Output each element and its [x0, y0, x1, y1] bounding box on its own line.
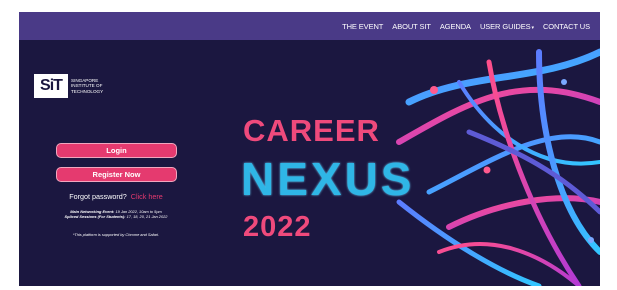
forgot-password-text: Forgot password? [69, 192, 127, 201]
hero-title-career: CAREER [243, 113, 380, 148]
page-frame: THE EVENT ABOUT SIT AGENDA USER GUIDES▾ … [19, 12, 600, 286]
nav-agenda[interactable]: AGENDA [440, 22, 471, 31]
register-button[interactable]: Register Now [56, 167, 177, 182]
event-info-label-2: Spliced Sessions (For Students): [64, 214, 126, 219]
logo-text: SINGAPORE INSTITUTE OF TECHNOLOGY [71, 78, 104, 94]
top-nav-bar: THE EVENT ABOUT SIT AGENDA USER GUIDES▾ … [19, 12, 600, 40]
sit-logo[interactable]: SiT SINGAPORE INSTITUTE OF TECHNOLOGY [34, 74, 115, 98]
browser-support-note: *This platform is supported by Chrome an… [72, 232, 160, 237]
nav-user-guides[interactable]: USER GUIDES▾ [480, 22, 534, 31]
event-info-value-2: 17, 18, 20, 21 Jan 2022 [126, 214, 168, 219]
hero-title-nexus: NEXUS [241, 153, 415, 205]
event-info-line-2: Spliced Sessions (For Students): 17, 18,… [19, 214, 213, 219]
event-info: Main Networking Event: 19 Jan 2022, 10am… [19, 209, 213, 219]
forgot-password: Forgot password? Click here [19, 192, 213, 201]
nav-contact-us[interactable]: CONTACT US [543, 22, 590, 31]
forgot-password-link[interactable]: Click here [131, 192, 163, 201]
login-button[interactable]: Login [56, 143, 177, 158]
main-nav: THE EVENT ABOUT SIT AGENDA USER GUIDES▾ … [342, 12, 590, 40]
chevron-down-icon: ▾ [531, 24, 535, 31]
hero-title-year: 2022 [243, 211, 312, 243]
nav-the-event[interactable]: THE EVENT [342, 22, 383, 31]
logo-mark: SiT [34, 74, 68, 98]
nav-user-guides-label: USER GUIDES [479, 21, 531, 31]
nav-about-sit[interactable]: ABOUT SIT [392, 22, 431, 31]
